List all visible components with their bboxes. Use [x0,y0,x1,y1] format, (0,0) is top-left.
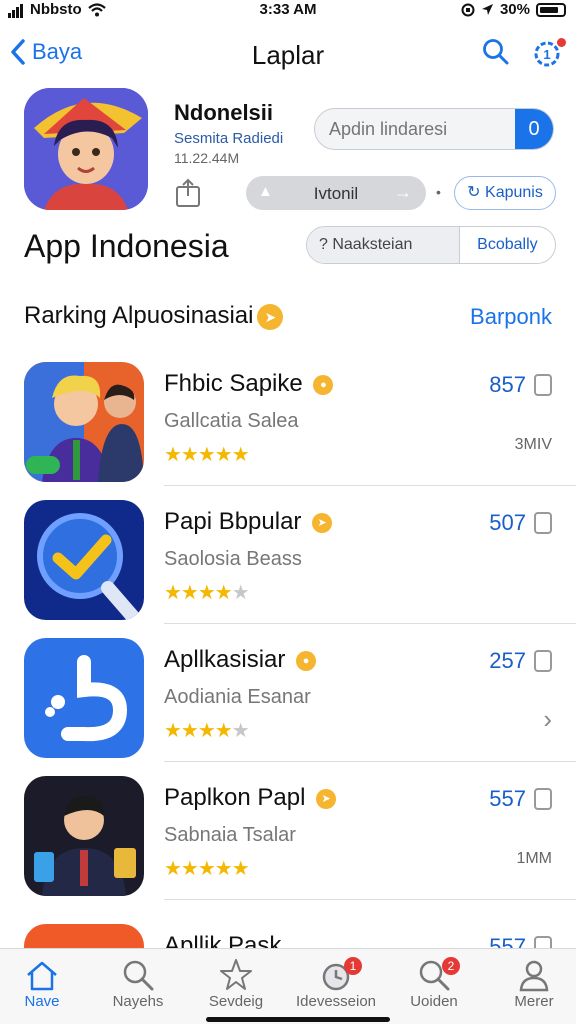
list-item[interactable]: Apllik Pask 557 [0,910,576,950]
app-name: Papi Bbpular ➤ [164,508,333,536]
download-icon[interactable] [534,788,552,810]
status-bar: Nbbsto 3:33 AM 30% [0,0,576,24]
list-item[interactable]: Paplkon Papl ➤ Sabnaia Tsalar ★★★★★ 557 … [0,762,576,900]
search-submit-button[interactable]: 0 [515,109,553,149]
tab-featured[interactable]: Sevdeig [188,957,284,1010]
app-icon [24,776,144,896]
action-pill-button[interactable]: ▲ Ivtonil → [246,176,426,210]
checkmark-search-icon [24,500,144,620]
main-title: App Indonesia [24,228,229,264]
segment-option-2[interactable]: Bcobally [460,227,555,263]
featured-app-size: 11.22.44M [174,150,240,166]
home-icon [27,961,57,991]
app-subtitle: Aodiania Esanar [164,686,311,708]
arrow-right-icon: → [394,182,412,202]
tab-search-2[interactable]: 2 Uoiden [386,957,482,1010]
tab-label: Nayehs [112,993,164,1010]
badge-icon: ➤ [316,788,337,809]
refresh-icon: ↻ [467,184,481,201]
tab-profile[interactable]: Merer [486,957,576,1010]
tab-badge: 2 [442,957,460,975]
app-icon [24,638,144,758]
app-subtitle: Saolosia Beass [164,548,302,570]
bookmark-icon[interactable] [534,650,552,672]
nav-settings-button[interactable]: 1 [530,36,566,75]
download-icon[interactable] [534,374,552,396]
battery-icon [536,2,566,17]
tab-home[interactable]: Nave [0,957,90,1010]
app-icon [24,924,144,950]
section-title: Rarking Alpuosinasiai ➤ [24,302,284,330]
search-icon[interactable] [534,512,552,534]
star-icon [220,959,252,990]
review-count: 507 [489,510,526,535]
nav-bar: Baya Laplar 1 [0,30,576,80]
featured-app-icon[interactable] [24,88,148,210]
segmented-control: ? Naaksteian Bcobally [306,226,556,264]
badge-icon: ● [296,650,317,671]
tab-label: Idevesseion [295,993,377,1010]
badge-icon: ● [313,374,334,395]
person-icon [519,960,549,992]
featured-avatar-illustration [24,88,148,210]
dot-separator: • [436,184,441,200]
app-subtitle: Sabnaia Tsalar [164,824,296,846]
badge-icon: ➤ [257,303,284,330]
nav-search-button[interactable] [482,38,510,71]
location-icon [481,4,493,15]
svg-text:1: 1 [543,47,550,62]
notification-dot [557,38,566,47]
rating-stars: ★★★★★ [164,858,250,880]
app-icon [24,500,144,620]
home-indicator [206,1017,390,1022]
search-icon [483,39,509,65]
search-icon [123,960,154,991]
tab-badge: 1 [344,957,362,975]
featured-app-subtitle: Sesmita Radiedi [174,130,284,147]
app-icon [24,362,144,482]
review-count: 557 [489,786,526,811]
battery-percent: 30% [499,1,530,18]
section-title-text: Rarking Alpuosinasiai [24,302,254,329]
app-name: Paplkon Papl ➤ [164,784,337,812]
segment-option-1[interactable]: ? Naaksteian [307,227,460,263]
review-count: 257 [489,648,526,673]
tab-label: Merer [514,993,554,1010]
tab-bar: Nave Nayehs Sevdeig 1 Idevesseion 2 Uoid… [0,948,576,1024]
app-name: Fhbic Sapike ● [164,370,334,398]
app-subtitle: Gallcatia Salea [164,410,299,432]
badge-icon: ➤ [312,512,333,533]
featured-app-name: Ndonelsii [174,100,274,125]
share-icon [176,178,200,207]
rating-stars: ★★★★★ [164,720,250,742]
search-field[interactable]: 0 [314,108,554,150]
search-input[interactable] [329,109,519,149]
b-logo-icon [24,638,144,758]
outline-pill-button[interactable]: ↻ Kapunis [454,176,556,210]
list-item[interactable]: Apllkasisiar ● Aodiania Esanar ★★★★★ 257… [0,624,576,762]
businessman-illustration [24,776,144,896]
app-meta: 3MIV [514,436,552,453]
list-item[interactable]: Papi Bbpular ➤ Saolosia Beass ★★★★★ 507 [0,486,576,624]
review-count: 857 [489,372,526,397]
app-illustration [24,362,144,482]
tab-updates[interactable]: 1 Idevesseion [288,957,384,1010]
rating-stars: ★★★★★ [164,444,250,466]
share-button[interactable] [174,178,202,213]
tab-label: Sevdeig [208,993,264,1010]
outline-pill-label: Kapunis [485,184,543,201]
app-meta: 1MM [516,850,552,867]
lock-rotation-icon [461,3,475,16]
rating-stars: ★★★★★ [164,582,250,604]
chevron-right-icon[interactable]: › [543,704,552,735]
status-right: 30% [461,1,566,18]
tab-label: Uoiden [410,993,458,1010]
app-name: Apllkasisiar ● [164,646,317,674]
tab-search[interactable]: Nayehs [90,957,186,1010]
see-all-link[interactable]: Barponk [470,304,552,330]
tab-label: Nave [24,993,60,1010]
list-item[interactable]: Fhbic Sapike ● Gallcatia Salea ★★★★★ 857… [0,348,576,486]
divider [164,899,576,900]
